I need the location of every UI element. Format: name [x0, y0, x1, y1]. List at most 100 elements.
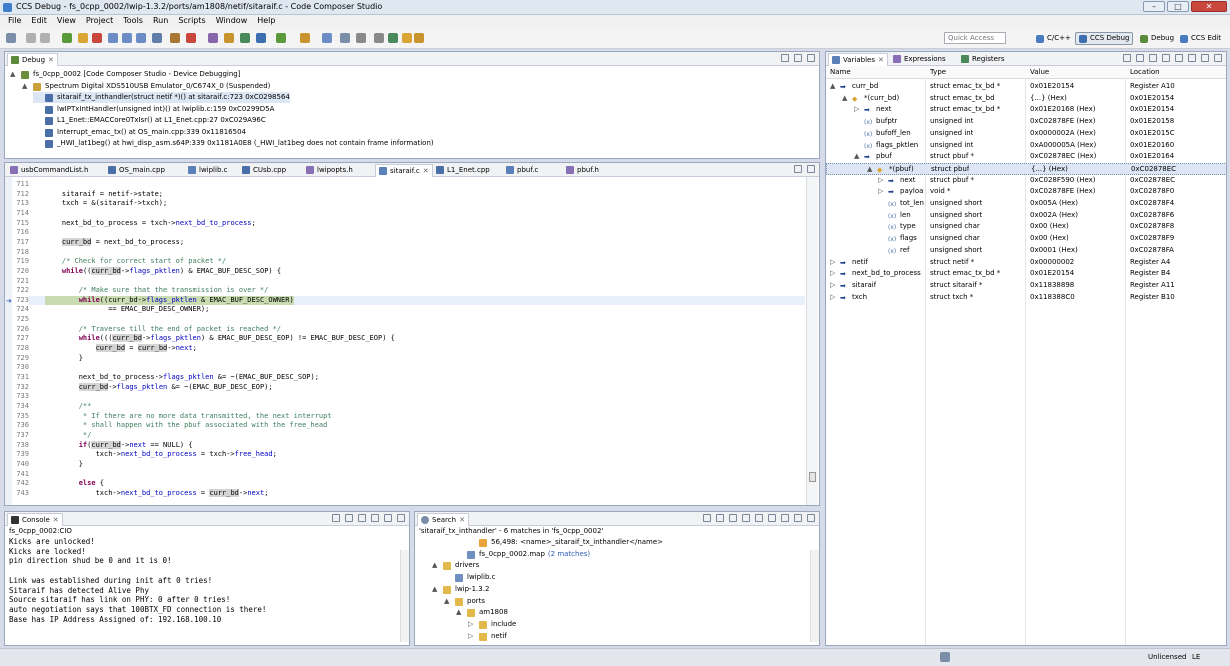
code-line[interactable]: next_bd_to_process = txch->next_bd_to_pr… — [45, 219, 256, 229]
expand-toggle-icon[interactable]: ▲ — [854, 151, 859, 163]
expand-toggle-icon[interactable]: ▷ — [878, 175, 883, 187]
variable-row[interactable]: ▷ ➡ next struct pbuf * 0xC028F590 (Hex) 0xC02… — [826, 175, 1226, 187]
expand-toggle-icon[interactable]: ▲ — [842, 93, 847, 105]
toolbar-button-icon[interactable] — [78, 33, 88, 43]
tab-console[interactable]: Console ✕ — [7, 513, 63, 526]
variable-value[interactable]: 0xC02878FE (Hex) — [1030, 116, 1095, 128]
toolbar-button-icon[interactable] — [374, 33, 384, 43]
toolbar-button-icon[interactable] — [388, 33, 398, 43]
minimize-view-icon[interactable] — [794, 54, 802, 62]
quick-access-input[interactable]: Quick Access — [944, 32, 1006, 44]
variable-value[interactable]: 0x0000002A (Hex) — [1030, 128, 1096, 140]
variable-row[interactable]: ▷ ➡ payloa void * 0xC02878FE (Hex) 0xC02878F0 — [826, 186, 1226, 198]
code-line[interactable]: * shall happen with the pbuf associated … — [45, 421, 327, 431]
variable-value[interactable]: 0xC028F590 (Hex) — [1030, 175, 1096, 187]
toolbar-button-icon[interactable] — [108, 33, 118, 43]
toolbar-button-icon[interactable] — [256, 33, 266, 43]
display-console-icon[interactable] — [371, 514, 379, 522]
code-line[interactable]: */ — [45, 431, 91, 441]
toolbar-button-icon[interactable] — [240, 33, 250, 43]
toolbar-button-icon[interactable] — [322, 33, 332, 43]
variable-row[interactable]: ▷ ➡ next struct emac_tx_bd * 0x01E20168 (Hex… — [826, 104, 1226, 116]
variable-value[interactable]: 0x01E20168 (Hex) — [1030, 104, 1095, 116]
column-header-type[interactable]: Type — [930, 68, 946, 76]
close-window-button[interactable]: ✕ — [1191, 1, 1227, 12]
variable-value[interactable]: 0x11838898 — [1030, 280, 1074, 292]
variable-row[interactable]: (x) type unsigned char 0x00 (Hex) 0xC02878F8 — [826, 221, 1226, 233]
toolbar-button-icon[interactable] — [152, 33, 162, 43]
tab-lwiplib-c[interactable]: lwiplib.c — [185, 164, 230, 177]
variable-row[interactable]: (x) bufoff_len unsigned int 0x0000002A (Hex… — [826, 128, 1226, 140]
code-line[interactable]: == EMAC_BUF_DESC_OWNER); — [45, 305, 209, 315]
progress-icon[interactable] — [940, 652, 950, 662]
variable-value[interactable]: 0x0001 (Hex) — [1030, 245, 1078, 257]
minimize-view-icon[interactable] — [1201, 54, 1209, 62]
variable-row[interactable]: (x) flags unsigned char 0x00 (Hex) 0xC02878F… — [826, 233, 1226, 245]
close-icon[interactable]: ✕ — [459, 516, 465, 524]
perspective-ccs-edit[interactable]: CCS Edit — [1176, 32, 1225, 45]
maximize-button[interactable]: □ — [1167, 1, 1189, 12]
remove-icon[interactable] — [1162, 54, 1170, 62]
refresh-icon[interactable] — [1175, 54, 1183, 62]
variable-row[interactable]: ▷ ➡ netif struct netif * 0x00000002 Register … — [826, 257, 1226, 269]
search-result-item[interactable]: ▲ drivers — [431, 560, 479, 571]
expand-toggle-icon[interactable]: ▷ — [468, 631, 473, 642]
variable-row[interactable]: ▷ ➡ txch struct txch * 0x118388C0 Register B1… — [826, 292, 1226, 304]
variable-value[interactable]: 0x01E20154 — [1030, 268, 1074, 280]
variable-row[interactable]: ▲ ➡ curr_bd struct emac_tx_bd * 0x01E20154 Re… — [826, 81, 1226, 93]
variable-value[interactable]: 0x005A (Hex) — [1030, 198, 1078, 210]
toolbar-button-icon[interactable] — [414, 33, 424, 43]
maximize-view-icon[interactable] — [397, 514, 405, 522]
variable-row[interactable]: (x) flags_pktlen unsigned int 0xA000005A (H… — [826, 140, 1226, 152]
select-columns-icon[interactable] — [1136, 54, 1144, 62]
tab-variables[interactable]: Variables ✕ — [828, 53, 888, 66]
tab-usbcommandlist-h[interactable]: usbCommandList.h — [7, 164, 91, 177]
variable-row[interactable]: (x) tot_len unsigned short 0x005A (Hex) 0xC0… — [826, 198, 1226, 210]
expand-toggle-icon[interactable]: ▷ — [468, 619, 473, 630]
code-line[interactable]: txch = &(sitaraif->txch); — [45, 199, 167, 209]
stack-frame[interactable]: _HWI_lat1beg() at hwi_disp_asm.s64P:339 … — [33, 138, 434, 149]
code-line[interactable]: if(curr_bd->next == NULL) { — [45, 440, 193, 451]
remove-match-icon[interactable] — [729, 514, 737, 522]
code-line[interactable]: /* Make sure that the transmission is ov… — [45, 286, 269, 296]
search-result-item[interactable]: fs_0cpp_0002.map (2 matches) — [455, 549, 590, 560]
minimize-button[interactable]: – — [1143, 1, 1165, 12]
minimize-view-icon[interactable] — [794, 514, 802, 522]
code-line[interactable]: curr_bd = next_bd_to_process; — [45, 237, 184, 248]
code-line[interactable]: curr_bd = curr_bd->next; — [45, 344, 197, 354]
code-line[interactable]: curr_bd->flags_pktlen &= ~(EMAC_BUF_DESC… — [45, 382, 273, 393]
search-result-item[interactable]: ▷ include — [467, 619, 516, 630]
close-icon[interactable]: ✕ — [878, 56, 884, 64]
maximize-view-icon[interactable] — [807, 514, 815, 522]
variable-value[interactable]: 0xC02878FE (Hex) — [1030, 186, 1095, 198]
tab-search[interactable]: Search ✕ — [417, 513, 469, 526]
stack-frame[interactable]: Interrupt_emac_tx() at OS_main.cpp:339 0… — [33, 127, 246, 138]
close-icon[interactable]: ✕ — [48, 56, 54, 64]
collapse-all-icon[interactable] — [1123, 54, 1131, 62]
code-line[interactable]: while((curr_bd->flags_pktlen) & EMAC_BUF… — [45, 266, 281, 277]
remove-all-icon[interactable] — [742, 514, 750, 522]
history-icon[interactable] — [781, 514, 789, 522]
expand-toggle-icon[interactable]: ▷ — [878, 186, 883, 198]
menu-run[interactable]: Run — [149, 15, 172, 27]
add-global-icon[interactable] — [1149, 54, 1157, 62]
expand-toggle-icon[interactable]: ▲ — [10, 69, 15, 80]
expand-toggle-icon[interactable]: ▷ — [830, 280, 835, 292]
code-line[interactable]: /* Check for correct start of packet */ — [45, 257, 226, 267]
toolbar-button-icon[interactable] — [356, 33, 366, 43]
code-line[interactable]: else { — [45, 479, 104, 489]
clear-console-icon[interactable] — [332, 514, 340, 522]
variable-row[interactable]: ▷ ➡ sitaraif struct sitaraif * 0x11838898 Reg… — [826, 280, 1226, 292]
close-icon[interactable]: ✕ — [423, 167, 429, 175]
variable-value[interactable]: 0x002A (Hex) — [1030, 210, 1078, 222]
tab-registers[interactable]: Registers — [958, 53, 1007, 66]
search-scrollbar[interactable] — [810, 550, 819, 642]
perspective-debug[interactable]: Debug — [1136, 32, 1178, 45]
menu-scripts[interactable]: Scripts — [174, 15, 209, 27]
code-line[interactable]: } — [45, 354, 83, 364]
toolbar-button-icon[interactable] — [136, 33, 146, 43]
column-header-location[interactable]: Location — [1130, 68, 1160, 76]
variable-value[interactable]: 0xA000005A (Hex) — [1030, 140, 1096, 152]
toolbar-button-icon[interactable] — [170, 33, 180, 43]
menu-edit[interactable]: Edit — [27, 15, 51, 27]
